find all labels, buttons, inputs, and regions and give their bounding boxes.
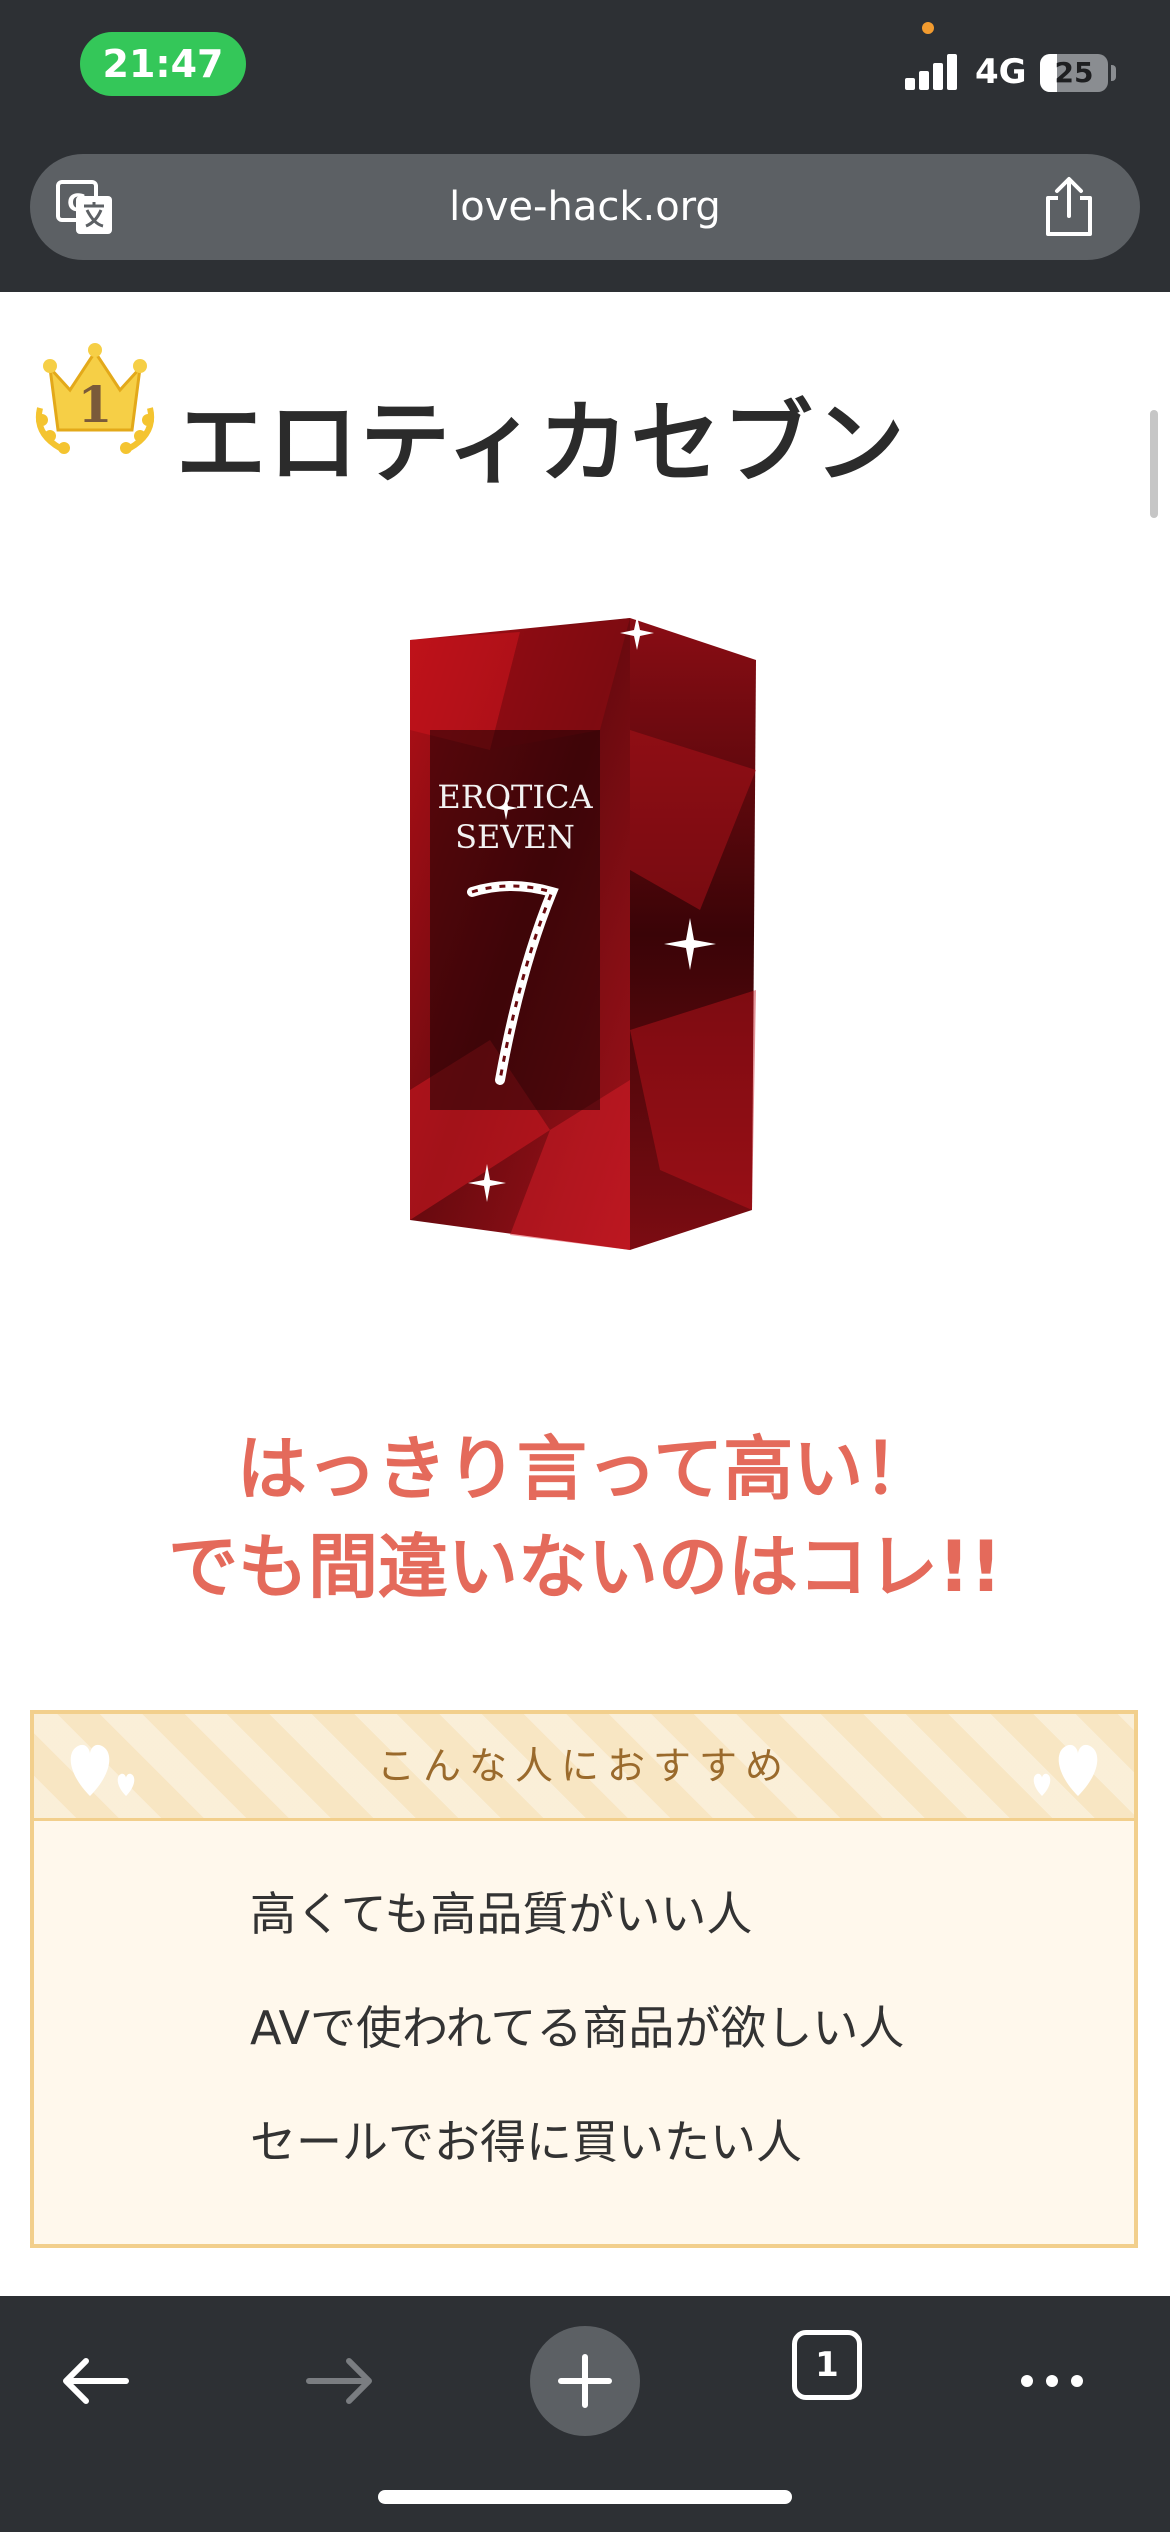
url-text[interactable]: love-hack.org [30, 154, 1140, 260]
forward-arrow-icon [306, 2358, 372, 2404]
list-item: AVで使われてる商品が欲しい人 [250, 2001, 905, 2055]
battery-level: 25 [1054, 56, 1094, 89]
rank-number: 1 [78, 375, 113, 434]
address-bar[interactable]: G love-hack.org [30, 154, 1140, 260]
list-item: 高くても高品質がいい人 [250, 1887, 753, 1941]
headline-line-1: はっきり言って高い！ [236, 1428, 934, 1510]
forward-button[interactable] [290, 2326, 390, 2436]
product-label-line1: EROTICA [437, 778, 593, 816]
cellular-signal-icon [905, 54, 961, 90]
back-arrow-icon [63, 2358, 129, 2404]
rank-crown-icon: 1 [36, 343, 154, 454]
product-image[interactable]: EROTICA SEVEN [400, 610, 790, 1280]
recommendation-list: 高くても高品質がいい人 AVで使われてる商品が欲しい人 セールでお得に買いたい人 [250, 1884, 904, 2226]
heart-decoration-icon [1033, 1744, 1098, 1796]
plus-icon [558, 2354, 612, 2408]
product-label-line2: SEVEN [455, 818, 575, 856]
back-button[interactable] [45, 2326, 145, 2436]
battery-cap [1111, 65, 1116, 81]
recommendation-title: こんな人におすすめ [376, 1744, 791, 1788]
more-button[interactable] [1002, 2326, 1102, 2436]
network-type: 4G [975, 52, 1027, 92]
product-title: エロティカセブン [176, 391, 907, 496]
headline: はっきり言って高い！ でも間違いないのはコレ!! [0, 1420, 1170, 1616]
share-icon[interactable] [1040, 176, 1098, 238]
home-indicator[interactable] [378, 2490, 792, 2504]
tabs-button[interactable]: 1 [792, 2330, 862, 2400]
browser-top-bar: 21:47 4G 25 G love-hack.org [0, 0, 1170, 292]
status-time: 21:47 [80, 32, 246, 96]
privacy-indicator-dot [922, 22, 934, 34]
recommendation-box: こんな人におすすめ 高くても高品質がいい人 AVで使われてる商品が欲しい人 セー… [30, 1710, 1138, 2248]
headline-line-2: でも間違いないのはコレ!! [168, 1526, 1002, 1608]
recommendation-header: こんな人におすすめ [34, 1714, 1134, 1821]
more-icon [1021, 2375, 1083, 2387]
page-scrollbar[interactable] [1150, 410, 1158, 518]
battery-icon: 25 [1040, 54, 1108, 92]
new-tab-button[interactable] [530, 2326, 640, 2436]
list-item: セールでお得に買いたい人 [250, 2115, 802, 2169]
